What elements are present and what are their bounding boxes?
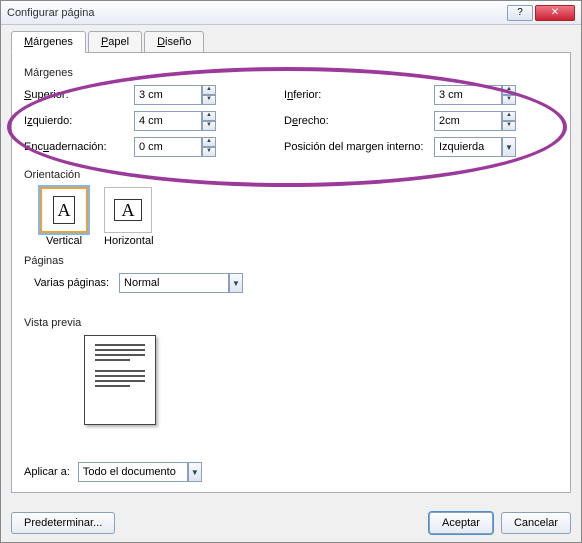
tab-bar: Márgenes Papel Diseño [11, 31, 571, 53]
encuad-down[interactable]: ▼ [202, 147, 216, 157]
encuad-input[interactable] [134, 137, 202, 157]
derecho-spinner[interactable]: ▲▼ [434, 111, 524, 131]
inferior-input[interactable] [434, 85, 502, 105]
inferior-up[interactable]: ▲ [502, 85, 516, 95]
encuad-label: Encuadernación: [24, 141, 134, 153]
superior-up[interactable]: ▲ [202, 85, 216, 95]
orientation-vertical[interactable]: A Vertical [40, 187, 88, 247]
derecho-down[interactable]: ▼ [502, 121, 516, 131]
window-controls: ? ✕ [507, 5, 575, 21]
inferior-label: Inferior: [284, 89, 434, 101]
derecho-up[interactable]: ▲ [502, 111, 516, 121]
derecho-input[interactable] [434, 111, 502, 131]
inferior-down[interactable]: ▼ [502, 95, 516, 105]
superior-spinner[interactable]: ▲▼ [134, 85, 224, 105]
izquierdo-input[interactable] [134, 111, 202, 131]
preview-thumbnail [84, 335, 156, 425]
apply-dropdown[interactable]: ▼ [78, 462, 202, 482]
encuad-spinner[interactable]: ▲▼ [134, 137, 224, 157]
pages-header: Páginas [24, 255, 558, 267]
margins-grid: Superior: ▲▼ Inferior: ▲▼ Izquierdo: ▲▼ [24, 85, 558, 157]
close-button[interactable]: ✕ [535, 5, 575, 21]
apply-label: Aplicar a: [24, 466, 70, 478]
inferior-spinner[interactable]: ▲▼ [434, 85, 524, 105]
encuad-up[interactable]: ▲ [202, 137, 216, 147]
orientation-group: A Vertical A Horizontal [40, 187, 558, 247]
tab-margenes[interactable]: Márgenes [11, 31, 86, 53]
margins-header: Márgenes [24, 67, 558, 79]
pos-input[interactable] [434, 137, 502, 157]
titlebar: Configurar página ? ✕ [1, 1, 581, 25]
pos-label: Posición del margen interno: [284, 141, 434, 153]
dialog-footer: Predeterminar... Aceptar Cancelar [11, 512, 571, 534]
izquierdo-up[interactable]: ▲ [202, 111, 216, 121]
landscape-icon: A [114, 199, 142, 221]
superior-input[interactable] [134, 85, 202, 105]
tab-panel: Márgenes Superior: ▲▼ Inferior: ▲▼ Izqui… [11, 53, 571, 493]
varias-dd-btn[interactable]: ▼ [229, 273, 243, 293]
pos-dropdown[interactable]: ▼ [434, 137, 524, 157]
izquierdo-label: Izquierdo: [24, 115, 134, 127]
apply-row: Aplicar a: ▼ [24, 462, 202, 482]
izquierdo-down[interactable]: ▼ [202, 121, 216, 131]
varias-input[interactable] [119, 273, 229, 293]
derecho-label: Derecho: [284, 115, 434, 127]
apply-input[interactable] [78, 462, 188, 482]
tab-diseno[interactable]: Diseño [144, 31, 204, 53]
page-setup-dialog: Configurar página ? ✕ Márgenes Papel Dis… [0, 0, 582, 543]
izquierdo-spinner[interactable]: ▲▼ [134, 111, 224, 131]
superior-label: Superior: [24, 89, 134, 101]
help-button[interactable]: ? [507, 5, 533, 21]
cancelar-button[interactable]: Cancelar [501, 512, 571, 534]
aceptar-button[interactable]: Aceptar [429, 512, 493, 534]
window-title: Configurar página [7, 7, 94, 19]
superior-down[interactable]: ▼ [202, 95, 216, 105]
dialog-content: Márgenes Papel Diseño Márgenes Superior:… [1, 25, 581, 542]
orientation-header: Orientación [24, 169, 558, 181]
varias-label: Varias páginas: [34, 277, 109, 289]
pos-dd-btn[interactable]: ▼ [502, 137, 516, 157]
orientation-horizontal[interactable]: A Horizontal [104, 187, 154, 247]
portrait-icon: A [53, 196, 75, 224]
predeterminar-button[interactable]: Predeterminar... [11, 512, 115, 534]
varias-dropdown[interactable]: ▼ [119, 273, 243, 293]
tab-papel[interactable]: Papel [88, 31, 142, 53]
preview-header: Vista previa [24, 317, 558, 329]
apply-dd-btn[interactable]: ▼ [188, 462, 202, 482]
